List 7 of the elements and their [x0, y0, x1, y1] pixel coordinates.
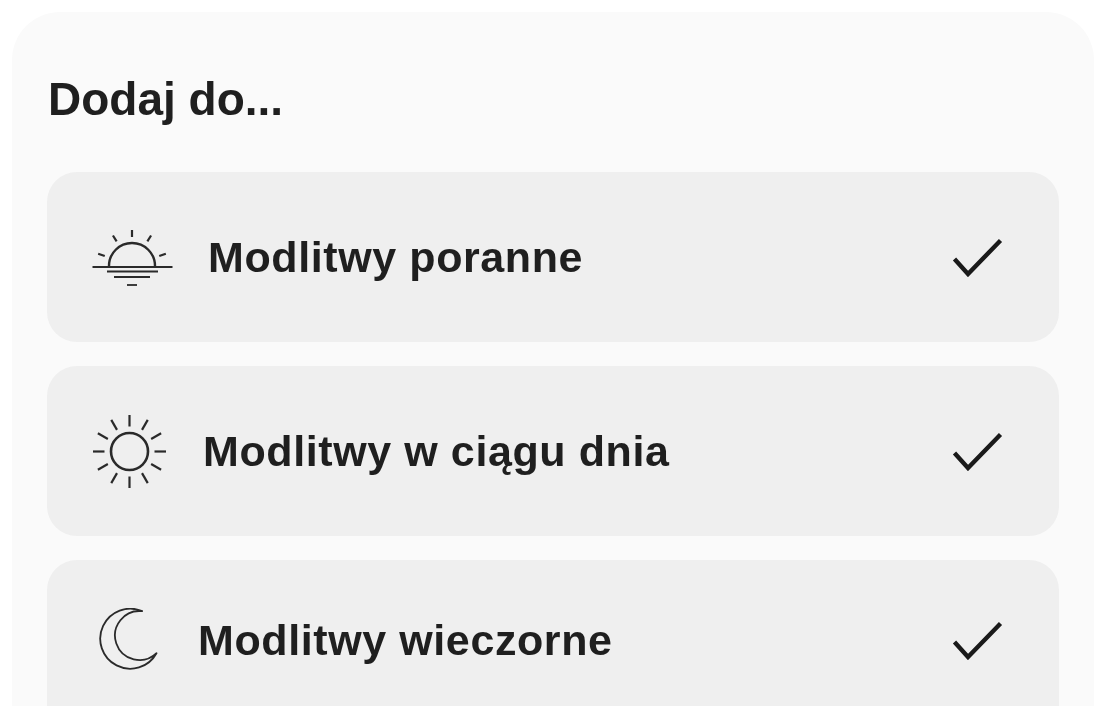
list-option[interactable]: Modlitwy poranne	[47, 172, 1059, 342]
list-option[interactable]: Modlitwy w ciągu dnia	[47, 366, 1059, 536]
sun-icon	[92, 413, 167, 489]
sunrise-icon	[92, 227, 173, 287]
list-option[interactable]: Modlitwy wieczorne	[47, 560, 1059, 706]
crescent-moon-icon	[97, 608, 158, 672]
dialog-title: Dodaj do...	[48, 72, 285, 127]
